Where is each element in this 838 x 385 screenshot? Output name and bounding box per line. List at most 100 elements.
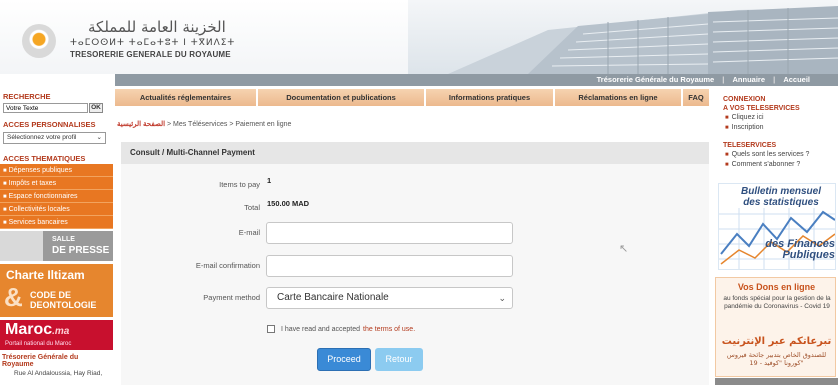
payment-method-select[interactable]: Carte Bancaire Nationale ⌄: [266, 287, 513, 309]
logo-arabic-text: الخزينة العامة للمملكة: [88, 18, 226, 36]
press-banner-big: DE PRESSE: [52, 245, 110, 256]
thematic-access-title: ACCES THEMATIQUES: [3, 154, 86, 163]
bullet-icon: ■: [3, 207, 7, 213]
charte-iltizam-banner[interactable]: Charte Iltizam & CODE DE DEONTOLOGIE: [0, 264, 113, 317]
right-sidebar: CONNEXION A VOS TELESERVICES ■ Cliquez ici…: [715, 89, 838, 385]
theme-item-label: Services bancaires: [8, 219, 68, 226]
main-navigation: Actualités réglementaires Documentation …: [115, 89, 711, 106]
items-to-pay-label: Items to pay: [219, 180, 260, 189]
email-confirmation-field[interactable]: [266, 255, 513, 277]
theme-item-label: Impôts et taxes: [8, 180, 57, 187]
search-ok-button[interactable]: OK: [89, 103, 103, 113]
theme-item-label: Espace fonctionnaires: [8, 193, 78, 200]
email-label: E-mail: [238, 228, 260, 237]
terms-of-use-link[interactable]: the terms of use.: [363, 326, 415, 333]
terms-text: I have read and accepted: [281, 325, 361, 333]
headquarters-building-illustration: [408, 0, 838, 74]
logo-french-text: TRESORERIE GENERALE DU ROYAUME: [70, 50, 231, 59]
dons-title: Vos Dons en ligne: [737, 282, 816, 292]
link-label: Cliquez ici: [731, 114, 764, 121]
left-sidebar: RECHERCHE OK ACCES PERSONNALISES Sélecti…: [0, 86, 113, 385]
maroc-ma-banner[interactable]: Maroc.ma Portail national du Maroc: [0, 320, 113, 350]
charte-sub-line1: CODE DE: [30, 290, 72, 300]
nav-reclamations[interactable]: Réclamations en ligne: [555, 89, 683, 106]
personalized-access-title: ACCES PERSONNALISES: [3, 120, 96, 129]
bulletin-title: Bulletin mensuel des statistiques: [740, 186, 821, 208]
email-field[interactable]: [266, 222, 513, 244]
press-room-banner[interactable]: SALLE DE PRESSE: [0, 231, 113, 261]
payment-method-value: Carte Bancaire Nationale: [277, 292, 389, 303]
site-search-input[interactable]: [3, 103, 88, 113]
search-row: OK: [0, 102, 113, 114]
teleservices-title: TELESERVICES: [723, 142, 777, 149]
bullet-icon: ■: [725, 115, 729, 121]
topbar-separator: |: [773, 75, 776, 84]
link-label: Quels sont les services ?: [731, 151, 810, 158]
chevron-down-icon: ⌄: [498, 293, 506, 303]
retour-button[interactable]: Retour: [375, 348, 423, 371]
bullet-icon: ■: [3, 220, 7, 226]
topbar-link-accueil[interactable]: Accueil: [783, 75, 810, 84]
connexion-title-line1: CONNEXION: [723, 96, 766, 103]
search-section-title: RECHERCHE: [3, 92, 51, 101]
maroc-logo: Maroc.ma: [5, 321, 69, 339]
tgr-logo-icon[interactable]: [22, 24, 56, 58]
breadcrumb-current: Paiement en ligne: [235, 121, 292, 128]
theme-item-collectivites[interactable]: ■ Collectivités locales: [0, 203, 113, 216]
theme-item-label: Dépenses publiques: [8, 167, 73, 174]
theme-item-bancaires[interactable]: ■ Services bancaires: [0, 216, 113, 229]
breadcrumb-teleservices[interactable]: Mes Téléservices: [173, 121, 227, 128]
theme-item-impots[interactable]: ■ Impôts et taxes: [0, 177, 113, 190]
page: الخزينة العامة للمملكة ⵜⴰⵎⵔⵙⵍⵜ ⵜⴰⵎⴰⵜⵓⵜ ⵏ…: [0, 0, 838, 385]
topbar-link-annuaire[interactable]: Annuaire: [733, 75, 766, 84]
profile-select[interactable]: Sélectionnez votre profil ⌄: [3, 132, 106, 144]
nav-documentation[interactable]: Documentation et publications: [258, 89, 426, 106]
breadcrumb: الصفحة الرئيسية > Mes Téléservices > Pai…: [117, 120, 291, 128]
footer-address: Rue Al Andaloussia, Hay Riad,: [14, 370, 103, 377]
theme-item-label: Collectivités locales: [8, 206, 70, 213]
items-to-pay-value: 1: [267, 176, 272, 185]
charte-title: Charte Iltizam: [6, 268, 85, 282]
top-utility-bar: Trésorerie Générale du Royaume | Annuair…: [115, 74, 838, 86]
connexion-link-inscription[interactable]: ■ Inscription: [715, 123, 838, 133]
link-label: Comment s'abonner ?: [731, 161, 801, 168]
email-confirmation-label: E-mail confirmation: [195, 261, 260, 270]
payment-method-label: Payment method: [203, 293, 260, 302]
teleservices-link-abonner[interactable]: ■ Comment s'abonner ?: [715, 160, 838, 170]
dons-arabic-title: تبرعاتكم عبر الإنترنيت: [721, 336, 832, 347]
connexion-title: CONNEXION A VOS TELESERVICES: [715, 89, 838, 113]
topbar-separator: |: [722, 75, 725, 84]
nav-faq[interactable]: FAQ: [683, 89, 711, 106]
link-label: Inscription: [731, 124, 764, 131]
charte-sub-line2: DEONTOLOGIE: [30, 300, 97, 310]
press-banner-small: SALLE: [52, 236, 75, 243]
panel-title: Consult / Multi-Channel Payment: [121, 142, 709, 164]
bullet-icon: ■: [725, 125, 729, 131]
bulletin-statistiques-banner[interactable]: Bulletin mensuel des statistiques des Fi…: [718, 183, 836, 270]
site-header: الخزينة العامة للمملكة ⵜⴰⵎⵔⵙⵍⵜ ⵜⴰⵎⴰⵜⵓⵜ ⵏ…: [0, 0, 838, 74]
teleservices-link-services[interactable]: ■ Quels sont les services ?: [715, 150, 838, 160]
topbar-link-tgr[interactable]: Trésorerie Générale du Royaume: [597, 75, 715, 84]
maroc-subtitle: Portail national du Maroc: [5, 341, 72, 347]
terms-row: I have read and accepted the terms of us…: [267, 325, 415, 333]
theme-item-depenses[interactable]: ■ Dépenses publiques: [0, 164, 113, 177]
connexion-link-cliquez[interactable]: ■ Cliquez ici: [715, 113, 838, 123]
nav-actualites[interactable]: Actualités réglementaires: [115, 89, 258, 106]
connexion-title-line2: A VOS TELESERVICES: [723, 105, 800, 112]
bullet-icon: ■: [3, 168, 7, 174]
bulletin-subtitle: des Finances Publiques: [765, 238, 835, 261]
dons-covid-banner[interactable]: Vos Dons en ligne au fonds spécial pour …: [715, 277, 836, 377]
nav-informations[interactable]: Informations pratiques: [426, 89, 555, 106]
chevron-down-icon: ⌄: [96, 134, 102, 141]
theme-item-fonctionnaires[interactable]: ■ Espace fonctionnaires: [0, 190, 113, 203]
breadcrumb-home[interactable]: الصفحة الرئيسية: [117, 121, 165, 128]
proceed-button[interactable]: Proceed: [317, 348, 371, 371]
bullet-icon: ■: [725, 152, 729, 158]
maroc-tld: .ma: [52, 326, 70, 337]
mouse-cursor-icon: ↖: [619, 243, 629, 255]
total-value: 150.00 MAD: [267, 199, 310, 208]
next-banner-edge: [715, 378, 838, 385]
charte-subtitle: CODE DE DEONTOLOGIE: [30, 290, 96, 310]
maroc-name: Maroc: [5, 321, 53, 338]
terms-checkbox[interactable]: [267, 325, 275, 333]
